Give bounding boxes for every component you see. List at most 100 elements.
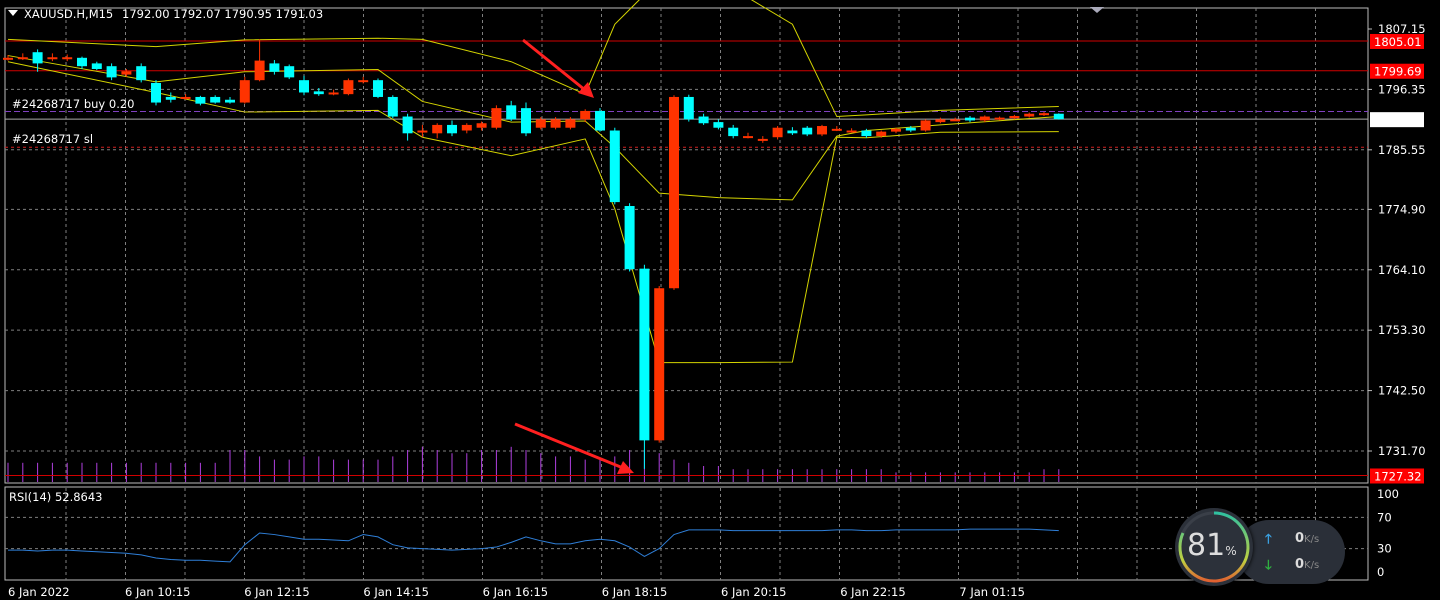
candle-body [713, 122, 724, 128]
candle-body [1053, 113, 1064, 120]
rsi-axis-label: 100 [1377, 487, 1399, 501]
candle-body [402, 116, 413, 134]
download-arrow-icon: 🡓 [1265, 558, 1272, 573]
annotation-arrow [522, 38, 591, 96]
rsi-axis-label: 30 [1377, 542, 1392, 556]
candle-body [432, 124, 443, 134]
candle-body [447, 124, 457, 134]
candle-body [535, 119, 546, 128]
price-axis-label: 1753.30 [1378, 323, 1426, 337]
candle-body [757, 138, 768, 141]
candle-body [506, 105, 517, 120]
rsi-axis-label: 70 [1377, 510, 1392, 524]
candle-body [550, 119, 561, 128]
rsi-label: RSI(14) 52.8643 [9, 490, 103, 504]
time-axis-label: 6 Jan 2022 [8, 585, 70, 599]
candle-body [698, 116, 709, 124]
candle-body [328, 92, 339, 95]
price-axis-label: 1731.70 [1378, 444, 1426, 458]
candle-body [121, 71, 132, 75]
candle-body [654, 288, 665, 441]
candle-body [91, 63, 102, 69]
time-axis-label: 6 Jan 16:15 [483, 585, 548, 599]
candle-body [165, 96, 176, 100]
candle-body [417, 130, 428, 133]
bollinger-lower [7, 61, 1059, 364]
symbol-title: XAUUSD.H,M15 [24, 7, 113, 21]
candle-body [313, 91, 324, 95]
candle-body [639, 268, 650, 441]
price-badge-label: 1727.32 [1374, 469, 1422, 483]
time-axis-label: 6 Jan 10:15 [125, 585, 191, 599]
time-axis-label: 6 Jan 14:15 [363, 585, 429, 599]
candle-body [802, 127, 813, 135]
upload-arrow-icon: 🡑 [1265, 532, 1272, 547]
candle-body [254, 60, 265, 81]
price-axis-label: 1774.90 [1378, 202, 1426, 216]
candle-body [876, 131, 887, 137]
candle-body [77, 57, 87, 67]
candle-body [62, 57, 73, 60]
candle-body [624, 206, 635, 270]
price-axis-label: 1807.15 [1378, 22, 1426, 36]
candle-body [491, 108, 502, 128]
candle-body [343, 80, 354, 95]
candle-body [180, 96, 191, 99]
candle-body [373, 80, 383, 97]
candle-body [891, 128, 901, 132]
price-badge-label: 1805.01 [1374, 35, 1422, 49]
ohlc-values: 1792.00 1792.07 1790.95 1791.03 [122, 7, 323, 21]
candle-body [846, 130, 857, 133]
buy-order-label: #24268717 buy 0.20 [12, 97, 134, 111]
time-axis-label: 6 Jan 12:15 [244, 585, 310, 599]
cpu-percent: 81 [1187, 528, 1226, 563]
system-monitor-widget[interactable]: 🡑 0K/s 🡓 0K/s 81% [1175, 508, 1345, 588]
price-axis-label: 1796.35 [1378, 82, 1426, 96]
candle-body [521, 108, 531, 134]
candle-body [239, 80, 250, 103]
candle-body [787, 130, 798, 134]
percent-sign: % [1225, 544, 1237, 558]
collapse-triangle-icon [8, 10, 18, 16]
time-axis-label: 6 Jan 22:15 [840, 585, 906, 599]
bollinger-middle [7, 55, 1059, 201]
time-axis-label: 6 Jan 18:15 [602, 585, 668, 599]
candle-body [728, 127, 739, 137]
candle-body [609, 130, 620, 203]
cpu-gauge: 81% [1175, 508, 1253, 586]
upload-speed: 0 [1295, 531, 1305, 546]
candle-body [1024, 113, 1035, 117]
candle-body [861, 130, 872, 137]
candle-body [905, 127, 916, 131]
candle-body [269, 63, 280, 72]
candle-body [565, 119, 576, 128]
price-badge-label: 1799.69 [1374, 65, 1422, 79]
candle-body [106, 66, 117, 78]
rsi-axis-label: 0 [1377, 565, 1384, 579]
candle-body [743, 136, 753, 139]
candle-body [47, 57, 58, 60]
price-axis-label: 1764.10 [1378, 263, 1426, 277]
trading-chart-window: 1807.15 1796.35 1785.55 1774.90 1764.10 1753.… [0, 0, 1440, 600]
price-badge-label: 1791.03 [1374, 113, 1422, 127]
candle-body [225, 99, 235, 103]
candle-body [979, 116, 990, 121]
candle-body [1039, 113, 1049, 116]
annotation-arrow [514, 422, 629, 472]
candle-body [950, 119, 961, 122]
candle-body [387, 96, 398, 117]
rsi-line [8, 528, 1059, 563]
candle-body [817, 126, 827, 135]
candle-body [920, 120, 931, 131]
candle-body [994, 117, 1005, 120]
stop-loss-label: #24268717 sl [12, 132, 93, 146]
candle-body [461, 124, 472, 131]
candle-body [772, 127, 783, 138]
candle-body [32, 52, 43, 64]
candle-body [935, 119, 946, 123]
candle-body [136, 66, 147, 81]
candle-body [669, 96, 679, 289]
price-axis-label: 1742.50 [1378, 384, 1426, 398]
candle-body [1009, 115, 1020, 119]
main-panel-frame [4, 7, 1369, 484]
